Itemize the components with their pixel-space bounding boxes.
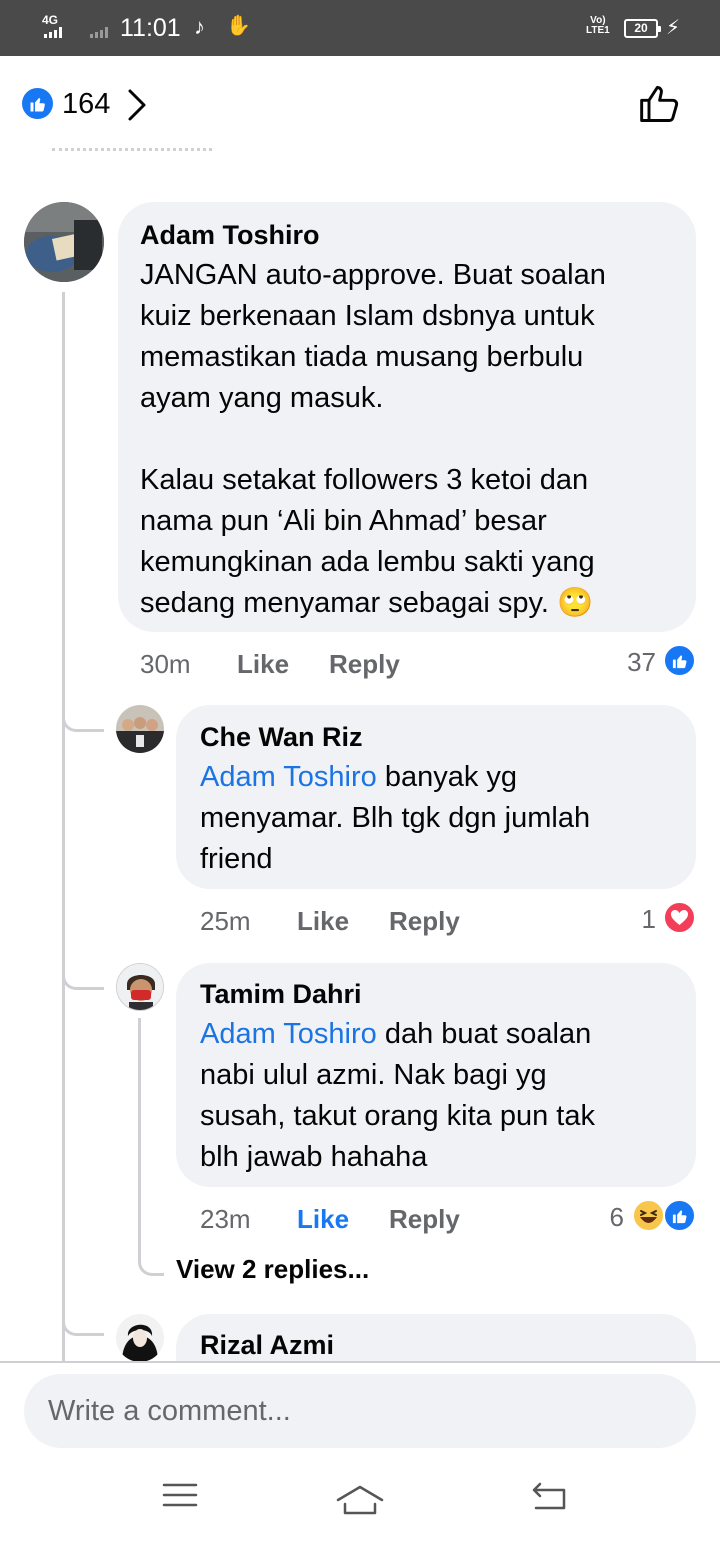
thread-line	[138, 1018, 141, 1248]
comment-time[interactable]: 23m	[200, 1203, 251, 1235]
avatar[interactable]	[116, 705, 164, 753]
view-replies-link[interactable]: View 2 replies...	[176, 1253, 369, 1285]
chevron-right-icon[interactable]	[127, 88, 147, 122]
mention-link[interactable]: Adam Toshiro	[200, 761, 377, 793]
comment-text: Adam Toshiro banyak yg menyamar. Blh tgk…	[200, 761, 591, 875]
thread-connector	[62, 958, 104, 990]
comment-text: JANGAN auto-approve. Buat soalan kuiz be…	[140, 259, 606, 619]
comment-author[interactable]: Rizal Azmi	[200, 1328, 334, 1362]
like-reaction-icon	[663, 644, 696, 677]
comment-text: Adam Toshiro dah buat soalan nabi ulul a…	[200, 1018, 595, 1173]
comment-author[interactable]: Adam Toshiro	[140, 218, 320, 252]
thumbs-up-outline-icon[interactable]	[638, 82, 682, 126]
tiktok-icon: ♪	[194, 14, 205, 39]
comment-bubble[interactable]: Che Wan Riz Adam Toshiro banyak yg menya…	[176, 705, 696, 889]
comment-placeholder: Write a comment...	[48, 1395, 291, 1427]
menu-icon[interactable]	[162, 1480, 198, 1510]
comment-time[interactable]: 30m	[140, 648, 191, 680]
home-icon[interactable]	[335, 1484, 385, 1516]
like-button[interactable]: Like	[297, 905, 349, 937]
hand-icon: ✋	[226, 15, 251, 37]
divider	[52, 148, 212, 151]
reply-button[interactable]: Reply	[389, 1203, 460, 1235]
charging-icon: ⚡	[666, 17, 681, 39]
thread-connector	[138, 1248, 164, 1276]
love-reaction-icon	[663, 901, 696, 934]
thread-line	[62, 292, 65, 1362]
comment-bubble[interactable]: Tamim Dahri Adam Toshiro dah buat soalan…	[176, 963, 696, 1187]
thread-connector	[62, 1304, 104, 1336]
reaction-count[interactable]: 37	[600, 646, 656, 678]
avatar[interactable]	[116, 963, 164, 1011]
comment-bubble[interactable]: Adam Toshiro JANGAN auto-approve. Buat s…	[118, 202, 696, 632]
comment-author[interactable]: Tamim Dahri	[200, 977, 362, 1011]
comment-time[interactable]: 25m	[200, 905, 251, 937]
haha-reaction-icon	[632, 1199, 665, 1232]
mention-link[interactable]: Adam Toshiro	[200, 1018, 377, 1050]
comment-input[interactable]: Write a comment...	[24, 1374, 696, 1448]
avatar[interactable]	[24, 202, 104, 282]
signal-icon	[90, 26, 108, 38]
avatar[interactable]	[116, 1314, 164, 1362]
status-bar: 4G 11:01 ♪ ✋ Vo) LTE1 20 ⚡	[0, 0, 720, 56]
signal-icon	[44, 26, 62, 38]
like-reaction-icon	[22, 88, 53, 119]
reactions-header: 164	[0, 56, 720, 156]
battery-icon: 20	[624, 19, 661, 38]
divider	[0, 1361, 720, 1363]
reply-button[interactable]: Reply	[389, 905, 460, 937]
reply-button[interactable]: Reply	[329, 648, 400, 680]
like-button[interactable]: Like	[297, 1203, 349, 1235]
reaction-count[interactable]: 1	[600, 903, 656, 935]
reaction-count[interactable]: 164	[62, 86, 110, 122]
clock: 11:01	[120, 14, 181, 42]
comment-author[interactable]: Che Wan Riz	[200, 720, 363, 754]
system-nav-bar	[0, 1450, 720, 1544]
like-reaction-icon	[663, 1199, 696, 1232]
volte-label: Vo) LTE1	[586, 15, 610, 36]
back-icon[interactable]	[530, 1480, 570, 1512]
like-button[interactable]: Like	[237, 648, 289, 680]
network-type: 4G	[42, 13, 59, 27]
reaction-count[interactable]: 6	[580, 1201, 624, 1233]
thread-connector	[62, 700, 104, 732]
